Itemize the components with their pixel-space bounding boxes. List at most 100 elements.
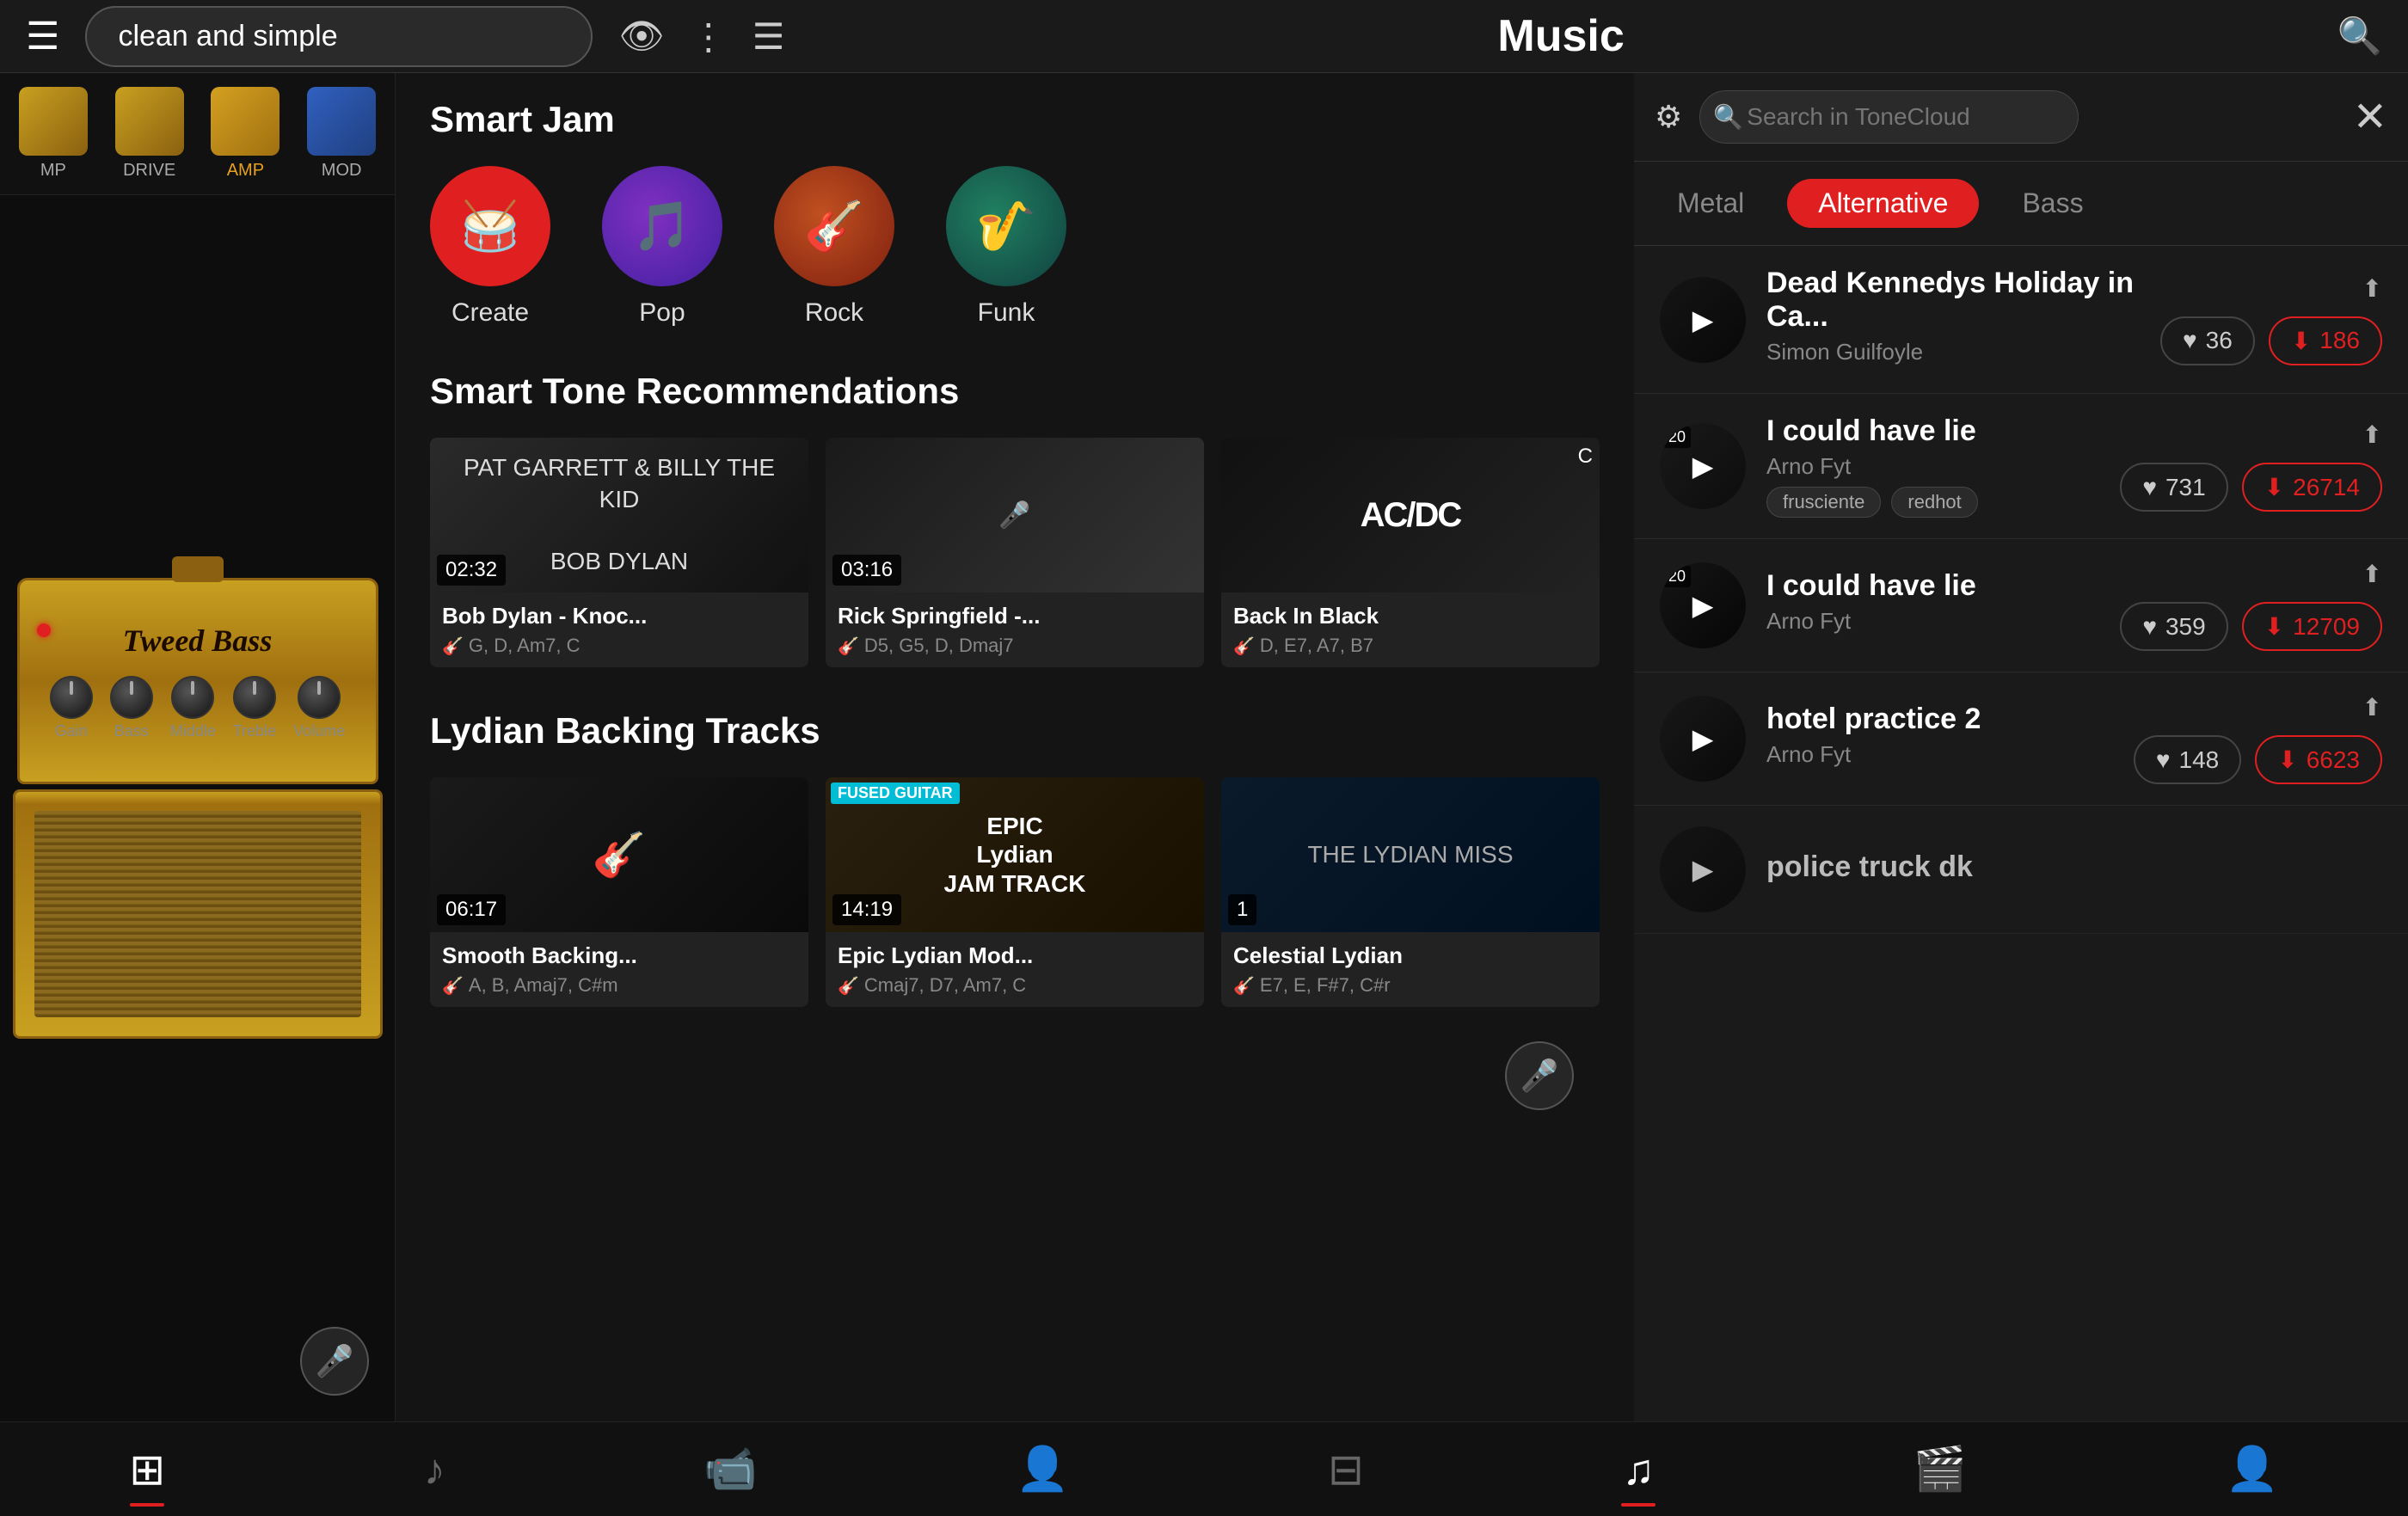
- smart-tone-section: Smart Tone Recommendations PAT GARRETT &…: [430, 371, 1600, 667]
- nav-music-left[interactable]: ♪: [372, 1445, 497, 1495]
- play-overlay-5[interactable]: ▶: [1660, 826, 1746, 912]
- share-button-4[interactable]: ⬆: [2362, 693, 2382, 721]
- tone-tag-redhot[interactable]: redhot: [1891, 487, 1977, 518]
- nav-rig2[interactable]: ⊟: [1276, 1445, 1416, 1495]
- video-card-dylan[interactable]: PAT GARRETT & BILLY THE KIDBOB DYLAN 02:…: [430, 438, 808, 667]
- play-overlay-1[interactable]: ▶: [1660, 277, 1746, 363]
- action-btns-4: ♥ 148 ⬇ 6623: [2134, 735, 2382, 784]
- video-card-lydian[interactable]: THE LYDIAN MISS 1 Celestial Lydian 🎸 E7,…: [1221, 777, 1600, 1007]
- amp-cabinet: [13, 789, 383, 1039]
- tone-thumb-4: ▶: [1660, 696, 1746, 782]
- like-button-1[interactable]: ♥ 36: [2160, 316, 2255, 365]
- video-card-epic[interactable]: FUSED GUITAR EPICLydianJAM TRACK 14:19 E…: [826, 777, 1204, 1007]
- chord-icon: 🎸: [442, 635, 464, 657]
- download-button-4[interactable]: ⬇ 6623: [2255, 735, 2382, 784]
- video-card-smooth[interactable]: 🎸 06:17 Smooth Backing... 🎸 A, B, Amaj7,…: [430, 777, 808, 1007]
- close-button[interactable]: ✕: [2353, 93, 2387, 141]
- tone-actions-2: ⬆ ♥ 731 ⬇ 26714: [2120, 420, 2382, 512]
- main-search-input[interactable]: [85, 6, 593, 67]
- jam-funk[interactable]: 🎷 Funk: [946, 166, 1066, 328]
- jam-items: 🥁 Create 🎵 Pop 🎸 Rock 🎷 Funk: [430, 166, 1600, 328]
- genre-tab-bass[interactable]: Bass: [2005, 179, 2100, 228]
- music-icon-center: ♫: [1623, 1445, 1656, 1495]
- video-title-epic: Epic Lydian Mod...: [838, 942, 1192, 969]
- video-icon-center: 🎬: [1914, 1444, 1967, 1495]
- eye-icon[interactable]: 👁: [618, 15, 664, 58]
- like-count-1: 36: [2206, 327, 2233, 354]
- more-options-icon[interactable]: ⋮: [691, 15, 727, 58]
- download-count-2: 26714: [2293, 474, 2360, 501]
- page-title: Music: [1497, 11, 1624, 61]
- like-count-4: 148: [2179, 746, 2220, 774]
- video-thumb-epic: FUSED GUITAR EPICLydianJAM TRACK 14:19: [826, 777, 1204, 932]
- nav-video-center[interactable]: 🎬: [1862, 1444, 2018, 1495]
- jam-rock[interactable]: 🎸 Rock: [774, 166, 894, 328]
- tone-author-2: Arno Fyt: [1766, 453, 2099, 480]
- share-button-2[interactable]: ⬆: [2362, 420, 2382, 449]
- jam-create[interactable]: 🥁 Create: [430, 166, 550, 328]
- knob-volume[interactable]: [298, 676, 341, 719]
- knob-label-gain: Gain: [55, 722, 88, 740]
- mic-button[interactable]: 🎤: [300, 1327, 369, 1396]
- knob-bass[interactable]: [110, 676, 153, 719]
- nav-video-left[interactable]: 📹: [652, 1444, 808, 1495]
- jam-circle-pop: 🎵: [602, 166, 722, 286]
- share-button-3[interactable]: ⬆: [2362, 560, 2382, 588]
- top-bar: ☰ 👁 ⋮ ☰ Music 🔍: [0, 0, 2408, 73]
- rig-icon: ⊞: [129, 1445, 165, 1495]
- genre-tab-metal[interactable]: Metal: [1660, 179, 1761, 228]
- knob-gain[interactable]: [50, 676, 93, 719]
- amp-display: Tweed Bass Gain Bass Middle: [0, 195, 395, 1421]
- effect-item-drive[interactable]: DRIVE: [105, 87, 194, 181]
- like-count-3: 359: [2165, 613, 2206, 641]
- tone-item-2: ▶ 20 I could have lie Arno Fyt fruscient…: [1634, 394, 2408, 539]
- knob-label-volume: Volume: [293, 722, 345, 740]
- amp-handle: [172, 556, 224, 582]
- list-icon[interactable]: ☰: [752, 15, 785, 58]
- download-count-4: 6623: [2307, 746, 2360, 774]
- nav-music-center[interactable]: ♫: [1571, 1445, 1707, 1495]
- video-title-lydian: Celestial Lydian: [1233, 942, 1588, 969]
- jam-pop[interactable]: 🎵 Pop: [602, 166, 722, 328]
- search-icon[interactable]: 🔍: [2337, 15, 2382, 58]
- knob-group-middle: Middle: [170, 676, 216, 740]
- tone-info-1: Dead Kennedys Holiday in Ca... Simon Gui…: [1766, 267, 2140, 372]
- play-overlay-4[interactable]: ▶: [1660, 696, 1746, 782]
- nav-profile-left[interactable]: 👤: [964, 1444, 1121, 1495]
- like-button-4[interactable]: ♥ 148: [2134, 735, 2241, 784]
- like-button-3[interactable]: ♥ 359: [2120, 602, 2227, 651]
- knob-label-middle: Middle: [170, 722, 216, 740]
- video-chords-smooth: 🎸 A, B, Amaj7, C#m: [442, 974, 796, 997]
- rig-icon-2: ⊟: [1328, 1445, 1364, 1495]
- download-button-1[interactable]: ⬇ 186: [2269, 316, 2382, 365]
- center-mic-button[interactable]: 🎤: [1505, 1041, 1574, 1110]
- video-info-lydian: Celestial Lydian 🎸 E7, E, F#7, C#r: [1221, 932, 1600, 1007]
- video-card-springfield[interactable]: 🎤 03:16 Rick Springfield -... 🎸 D5, G5, …: [826, 438, 1204, 667]
- effect-item-amp[interactable]: AMP: [201, 87, 291, 181]
- jam-circle-rock: 🎸: [774, 166, 894, 286]
- effect-item-mod[interactable]: MOD: [297, 87, 386, 181]
- tone-item-4: ▶ hotel practice 2 Arno Fyt ⬆ ♥ 148 ⬇ 66…: [1634, 672, 2408, 806]
- effect-label-mod: MOD: [322, 161, 362, 181]
- tonecloud-search-input[interactable]: [1699, 90, 2079, 144]
- filter-icon[interactable]: ⚙: [1655, 99, 1682, 135]
- share-button-1[interactable]: ⬆: [2362, 274, 2382, 303]
- knob-treble[interactable]: [233, 676, 276, 719]
- nav-rig[interactable]: ⊞: [77, 1445, 217, 1495]
- video-duration-springfield: 03:16: [832, 555, 901, 586]
- video-card-acdc[interactable]: AC/DC C Back In Black 🎸 D, E7, A7, B7: [1221, 438, 1600, 667]
- tone-title-3: I could have lie: [1766, 569, 2099, 603]
- like-button-2[interactable]: ♥ 731: [2120, 463, 2227, 512]
- video-chords-springfield: 🎸 D5, G5, D, Dmaj7: [838, 635, 1192, 657]
- download-button-2[interactable]: ⬇ 26714: [2242, 463, 2382, 512]
- effect-item-mp[interactable]: MP: [9, 87, 98, 181]
- genre-tab-alternative[interactable]: Alternative: [1787, 179, 1979, 228]
- menu-icon[interactable]: ☰: [26, 15, 59, 58]
- download-button-3[interactable]: ⬇ 12709: [2242, 602, 2382, 651]
- video-duration-dylan: 02:32: [437, 555, 506, 586]
- nav-profile-center[interactable]: 👤: [2173, 1444, 2330, 1495]
- knob-middle[interactable]: [171, 676, 214, 719]
- knob-group-bass: Bass: [110, 676, 153, 740]
- tone-tag-frusciente[interactable]: frusciente: [1766, 487, 1881, 518]
- left-panel: MP DRIVE AMP MOD Tweed Bass: [0, 73, 396, 1421]
